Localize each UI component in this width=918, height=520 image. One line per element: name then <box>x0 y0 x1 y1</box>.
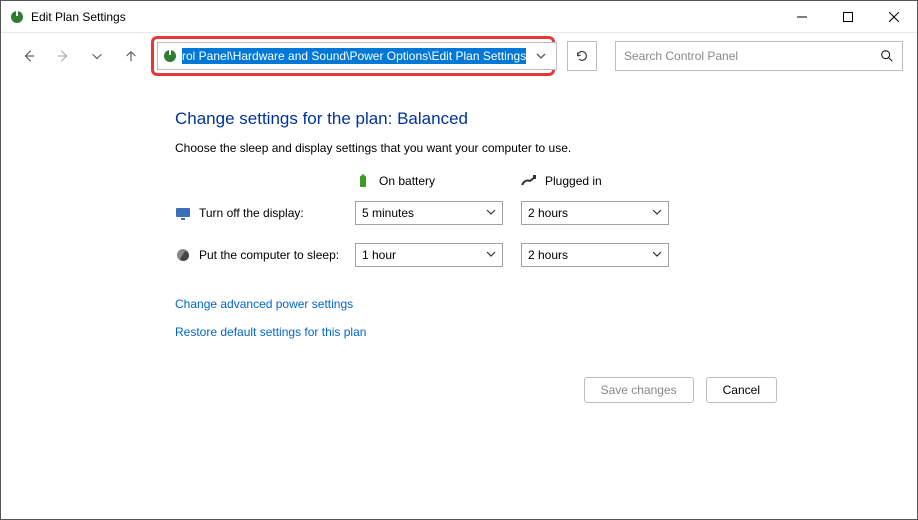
select-sleep-plugged-value: 2 hours <box>528 248 568 262</box>
row-display: Turn off the display: 5 minutes 2 hours <box>175 201 917 225</box>
select-display-plugged[interactable]: 2 hours <box>521 201 669 225</box>
address-history-button[interactable] <box>530 43 552 69</box>
links-section: Change advanced power settings Restore d… <box>175 297 917 339</box>
chevron-down-icon <box>486 248 496 262</box>
window-controls <box>779 1 917 33</box>
refresh-button[interactable] <box>567 41 597 71</box>
link-advanced-settings[interactable]: Change advanced power settings <box>175 297 917 311</box>
column-plugged-label: Plugged in <box>545 174 602 188</box>
row-sleep-label-wrap: Put the computer to sleep: <box>175 247 355 263</box>
select-display-battery[interactable]: 5 minutes <box>355 201 503 225</box>
nav-back-button[interactable] <box>15 42 43 70</box>
battery-icon <box>355 173 371 189</box>
page-description: Choose the sleep and display settings th… <box>175 141 917 155</box>
chevron-down-icon <box>486 206 496 220</box>
app-icon <box>9 9 25 25</box>
window-title: Edit Plan Settings <box>31 10 126 24</box>
address-path[interactable]: rol Panel\Hardware and Sound\Power Optio… <box>182 48 526 64</box>
select-sleep-plugged[interactable]: 2 hours <box>521 243 669 267</box>
search-input[interactable] <box>624 49 880 63</box>
row-display-label-wrap: Turn off the display: <box>175 205 355 221</box>
column-battery-label: On battery <box>379 174 435 188</box>
select-sleep-battery-value: 1 hour <box>362 248 396 262</box>
search-box[interactable] <box>615 41 903 71</box>
column-plugged: Plugged in <box>521 173 669 189</box>
nav-up-button[interactable] <box>117 42 145 70</box>
footer-buttons: Save changes Cancel <box>1 377 917 403</box>
titlebar: Edit Plan Settings <box>1 1 917 33</box>
minimize-button[interactable] <box>779 1 825 33</box>
chevron-down-icon <box>652 206 662 220</box>
close-button[interactable] <box>871 1 917 33</box>
row-sleep-label: Put the computer to sleep: <box>199 248 339 262</box>
nav-forward-button[interactable] <box>49 42 77 70</box>
navigation-row: rol Panel\Hardware and Sound\Power Optio… <box>1 33 917 79</box>
maximize-button[interactable] <box>825 1 871 33</box>
address-icon <box>162 48 178 64</box>
plug-icon <box>521 173 537 189</box>
titlebar-left: Edit Plan Settings <box>9 9 126 25</box>
content-area: Change settings for the plan: Balanced C… <box>1 79 917 339</box>
sleep-icon <box>175 247 191 263</box>
link-restore-defaults[interactable]: Restore default settings for this plan <box>175 325 917 339</box>
select-display-plugged-value: 2 hours <box>528 206 568 220</box>
select-sleep-battery[interactable]: 1 hour <box>355 243 503 267</box>
column-battery: On battery <box>355 173 503 189</box>
row-display-label: Turn off the display: <box>199 206 304 220</box>
cancel-button[interactable]: Cancel <box>706 377 777 403</box>
page-heading: Change settings for the plan: Balanced <box>175 109 917 129</box>
address-bar[interactable]: rol Panel\Hardware and Sound\Power Optio… <box>157 42 557 70</box>
nav-recent-button[interactable] <box>83 42 111 70</box>
row-sleep: Put the computer to sleep: 1 hour 2 hour… <box>175 243 917 267</box>
address-bar-highlight: rol Panel\Hardware and Sound\Power Optio… <box>151 36 555 76</box>
save-button[interactable]: Save changes <box>584 377 694 403</box>
display-icon <box>175 205 191 221</box>
columns-header: On battery Plugged in <box>355 173 917 189</box>
select-display-battery-value: 5 minutes <box>362 206 414 220</box>
search-icon <box>880 49 894 63</box>
chevron-down-icon <box>652 248 662 262</box>
